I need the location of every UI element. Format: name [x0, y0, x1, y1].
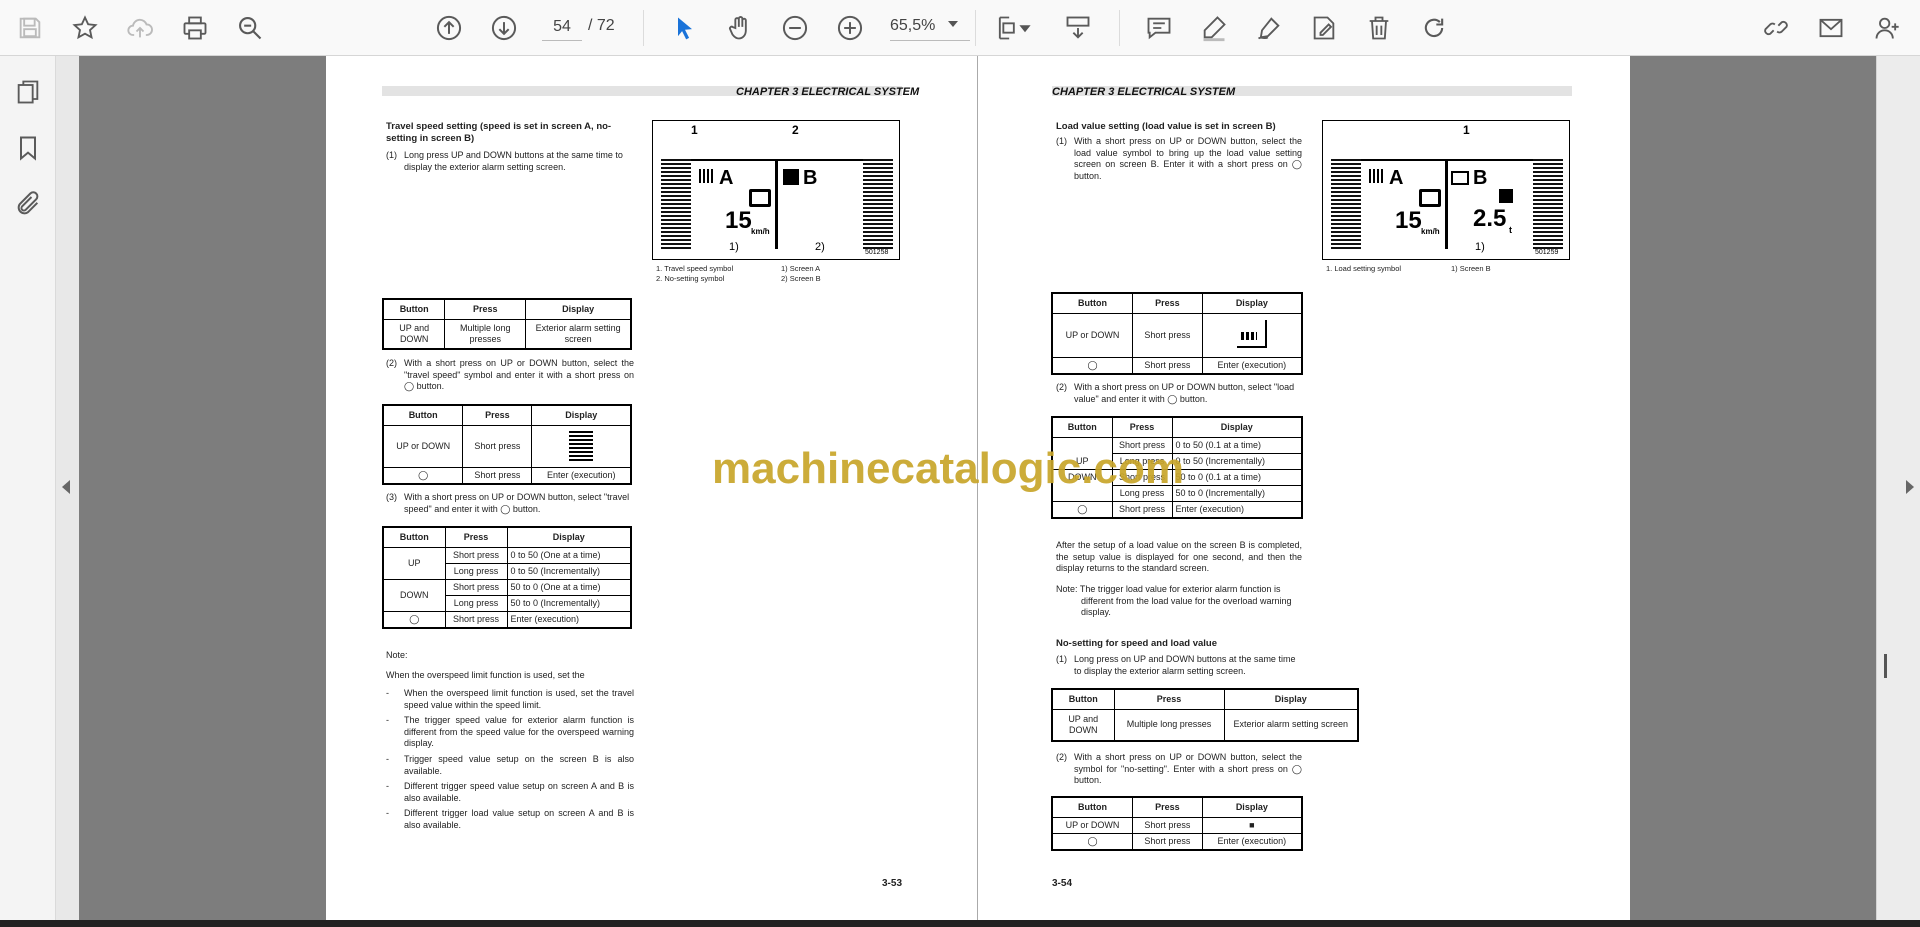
bookmark-icon[interactable]	[12, 132, 44, 164]
note-title: Note:	[386, 650, 408, 660]
watermark: machinecatalogic.com	[712, 444, 1184, 493]
section-heading: Travel speed setting (speed is set in sc…	[386, 121, 612, 144]
delete-icon[interactable]	[1363, 12, 1395, 44]
bullet-item: - Trigger speed value setup on the screen…	[386, 754, 634, 776]
email-icon[interactable]	[1815, 12, 1847, 44]
toolbar: / 72 65,5%	[0, 0, 1920, 56]
cloud-upload-icon[interactable]	[124, 12, 156, 44]
bullet-item: - When the overspeed limit function is us…	[386, 688, 634, 710]
chapter-header: CHAPTER 3 ELECTRICAL SYSTEM	[736, 86, 920, 98]
hand-tool-icon[interactable]	[724, 12, 756, 44]
page-up-icon[interactable]	[433, 12, 465, 44]
zoom-out-icon[interactable]	[779, 12, 811, 44]
button-table-3: Button Press Display UP Short press 0 to 50 …	[382, 526, 632, 629]
button-table-4: Button Press Display UP or DOWN Short press…	[1051, 796, 1303, 851]
page-down-icon[interactable]	[488, 12, 520, 44]
figure-caption: 2) Screen B	[781, 274, 821, 283]
collapse-left-icon[interactable]	[62, 480, 70, 494]
screen-b-label: B	[803, 167, 818, 189]
zoom-select[interactable]: 65,5%	[890, 13, 970, 41]
figure-caption: 1. Travel speed symbol	[656, 264, 734, 273]
travel-speed-symbol-icon	[569, 428, 594, 461]
bullet-item: - The trigger speed value for exterior al…	[386, 715, 634, 748]
load-unit: t	[1509, 225, 1512, 235]
figure-caption: 1. Load setting symbol	[1326, 264, 1402, 273]
fit-dropdown-icon[interactable]	[1018, 12, 1032, 44]
print-icon[interactable]	[179, 12, 211, 44]
forklift-icon	[1419, 189, 1441, 207]
step-1: (1) With a short press on UP or DOWN butt…	[1056, 136, 1302, 181]
highlight-pen-icon[interactable]	[1198, 12, 1230, 44]
speed-value: 15	[1395, 207, 1422, 234]
step-1: (1) Long press UP and DOWN buttons at the…	[386, 150, 623, 172]
note-text: Note: The trigger load value for exterio…	[1056, 584, 1292, 617]
section-heading-2: No-setting for speed and load value	[1056, 638, 1217, 649]
select-cursor-icon[interactable]	[669, 12, 701, 44]
redo-icon[interactable]	[1418, 12, 1450, 44]
speed-unit: km/h	[1421, 227, 1440, 236]
speed-value: 15	[725, 207, 752, 234]
add-user-icon[interactable]	[1871, 12, 1903, 44]
save-icon[interactable]	[14, 12, 46, 44]
bullet-item: - Different trigger speed value setup on …	[386, 781, 634, 803]
star-bookmark-icon[interactable]	[69, 12, 101, 44]
zoom-search-icon[interactable]	[234, 12, 266, 44]
screen-a-label: A	[1389, 167, 1404, 189]
button-table-1: Button Press Display UP or DOWN Short press…	[1051, 292, 1303, 375]
figure-caption: 1) Screen A	[781, 264, 821, 273]
load-setting-symbol	[1451, 171, 1469, 185]
screen-b-label: B	[1473, 167, 1488, 189]
travel-speed-symbol-cell	[531, 424, 632, 468]
step-2: (2) With a short press on UP or DOWN butt…	[1056, 382, 1295, 404]
button-table-3: Button Press Display UP and DOWN Multiple l…	[1051, 688, 1359, 742]
button-table-1: Button Press Display UP and DOWN Multiple l…	[382, 298, 632, 350]
page-total: / 72	[588, 17, 615, 34]
button-table-2: Button Press Display UP or DOWN Short press…	[382, 404, 632, 485]
page-number-input[interactable]	[542, 13, 582, 41]
figure-caption: 2. No-setting symbol	[656, 274, 725, 283]
page-thumbnails-icon[interactable]	[12, 76, 44, 108]
note-intro: When the overspeed limit function is use…	[386, 670, 585, 680]
callout-2: 2	[792, 123, 799, 137]
callout-1: 1	[1463, 123, 1470, 137]
display-figure-1: 1 2 A B 15 km/h 1) 2) 501258	[652, 120, 900, 260]
chevron-down-icon[interactable]	[948, 21, 958, 27]
load-symbol-cell	[1201, 312, 1303, 358]
expand-right-icon[interactable]	[1906, 480, 1914, 494]
display-figure-2: 1 A B 15 km/h 2.5 t 1) 501259	[1322, 120, 1570, 260]
page-number: 3-53	[882, 878, 903, 889]
section-heading: Load value setting (load value is set in…	[1056, 121, 1276, 132]
chapter-header: CHAPTER 3 ELECTRICAL SYSTEM	[1052, 86, 1236, 98]
bottom-bar	[0, 920, 1920, 927]
speed-unit: km/h	[751, 227, 770, 236]
stamp-edit-icon[interactable]	[1308, 12, 1340, 44]
attachment-icon[interactable]	[12, 188, 44, 220]
scroll-mode-icon[interactable]	[1062, 12, 1094, 44]
draw-pen-icon[interactable]	[1253, 12, 1285, 44]
after-setup-text: After the setup of a load value on the s…	[1056, 540, 1302, 573]
scrollbar-thumb[interactable]	[1884, 654, 1887, 678]
comment-icon[interactable]	[1143, 12, 1175, 44]
figure-caption: 1) Screen B	[1451, 264, 1491, 273]
forklift-icon	[749, 189, 771, 207]
left-sidebar	[0, 56, 56, 920]
page-number: 3-54	[1052, 878, 1073, 889]
bullet-item: - Different trigger load value setup on s…	[386, 808, 634, 830]
step-3: (3) With a short press on UP or DOWN butt…	[386, 492, 630, 514]
step-2: (2) With a short press on UP or DOWN butt…	[386, 358, 634, 391]
zoom-in-icon[interactable]	[834, 12, 866, 44]
share-link-icon[interactable]	[1760, 12, 1792, 44]
screen-a-label: A	[719, 167, 734, 189]
step-3: (1) Long press on UP and DOWN buttons at …	[1056, 654, 1296, 676]
load-symbol-icon	[1240, 331, 1257, 340]
callout-1: 1	[691, 123, 698, 137]
zoom-value: 65,5%	[890, 17, 936, 34]
step-4: (2) With a short press on UP or DOWN butt…	[1056, 752, 1302, 785]
load-icon	[1499, 189, 1513, 203]
no-setting-symbol	[783, 169, 799, 185]
load-value: 2.5	[1473, 205, 1507, 232]
